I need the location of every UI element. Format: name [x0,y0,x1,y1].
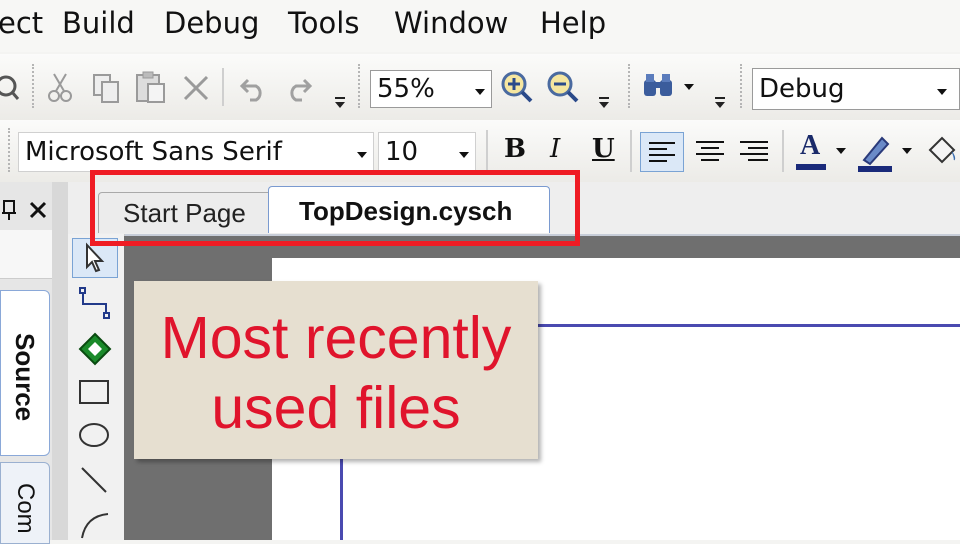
toolbar-overflow-icon[interactable] [334,96,346,110]
callout-line-2: used files [211,375,461,441]
cut-icon[interactable] [46,72,74,104]
tab-components[interactable]: Com [0,462,50,544]
font-name-combo[interactable]: Microsoft Sans Serif [18,132,374,172]
menu-bar: ect Build Debug Tools Window Help [0,0,960,52]
highlight-color-icon[interactable] [856,132,896,174]
splitter[interactable] [52,182,68,540]
toolbar-grip[interactable] [740,64,746,108]
menu-debug[interactable]: Debug [164,6,259,40]
toolbar-separator [222,68,224,106]
italic-button[interactable]: I [550,134,560,164]
find-binoculars-icon[interactable] [642,72,676,100]
toolbar-separator [782,130,784,172]
tab-source-label: Source [10,333,40,422]
toolbar-separator [630,130,632,172]
menu-build[interactable]: Build [62,6,135,40]
bold-button[interactable]: B [504,134,526,164]
arc-tool-icon[interactable] [78,510,112,540]
menu-project[interactable]: ect [0,6,43,40]
delete-icon[interactable] [182,74,210,102]
copy-icon[interactable] [92,72,122,104]
rectangle-tool-icon[interactable] [78,378,112,406]
zoom-in-icon[interactable] [500,70,534,104]
config-value: Debug [759,74,845,104]
chevron-down-icon[interactable] [357,152,367,158]
standard-toolbar: 55% Debug [0,54,960,120]
toolbar-separator [486,130,488,172]
page-border-top [538,324,960,327]
underline-button[interactable]: U [592,134,615,164]
schematic-toolbox [68,234,125,540]
redo-icon[interactable] [284,74,314,102]
zoom-combo[interactable]: 55% [370,70,492,108]
font-size-value: 10 [385,137,419,167]
toolbar-grip[interactable] [628,64,634,108]
callout-text: Most recently used files [134,303,538,443]
solution-config-combo[interactable]: Debug [752,68,960,110]
toolbar-overflow-icon[interactable] [598,96,610,110]
toolbar-grip[interactable] [358,64,364,108]
close-icon[interactable] [28,200,48,220]
menu-help[interactable]: Help [540,6,606,40]
toolbar-grip[interactable] [8,128,14,172]
align-left-icon [649,142,675,162]
find-dropdown-arrow-icon[interactable] [684,84,694,90]
toolbar-grip[interactable] [32,64,38,108]
fill-color-icon[interactable] [924,132,960,168]
left-docked-panel: Source Com [0,182,52,544]
chevron-down-icon[interactable] [459,152,469,158]
print-preview-icon[interactable] [0,72,24,102]
tab-components-label: Com [12,483,39,534]
paste-icon[interactable] [134,70,166,104]
font-color-button[interactable]: A [796,130,828,174]
font-color-glyph: A [800,130,821,161]
zoom-value: 55% [377,74,435,104]
align-left-button[interactable] [640,132,684,172]
chevron-down-icon[interactable] [937,89,947,95]
align-right-icon[interactable] [734,132,774,170]
font-size-combo[interactable]: 10 [378,132,476,172]
highlight-dropdown-icon[interactable] [902,148,912,154]
align-center-icon[interactable] [690,132,730,170]
font-name-value: Microsoft Sans Serif [25,137,282,167]
font-color-swatch [796,164,826,170]
chevron-down-icon[interactable] [475,89,485,95]
annotation-callout: Most recently used files [134,281,538,459]
line-tool-icon[interactable] [78,464,112,498]
panel-header [0,230,52,279]
tab-source[interactable]: Source [0,290,50,456]
component-tool-icon[interactable] [78,332,112,366]
callout-line-1: Most recently [160,305,512,371]
zoom-out-icon[interactable] [546,70,580,104]
toolbar-overflow-icon[interactable] [714,96,726,110]
menu-window[interactable]: Window [394,6,508,40]
wire-tool-icon[interactable] [78,286,114,320]
highlight-box [90,170,580,246]
ellipse-tool-icon[interactable] [78,420,112,450]
font-color-dropdown-icon[interactable] [836,148,846,154]
undo-icon[interactable] [238,74,268,102]
pin-icon[interactable] [0,198,20,222]
page-border-left [340,456,343,540]
menu-tools[interactable]: Tools [288,6,359,40]
